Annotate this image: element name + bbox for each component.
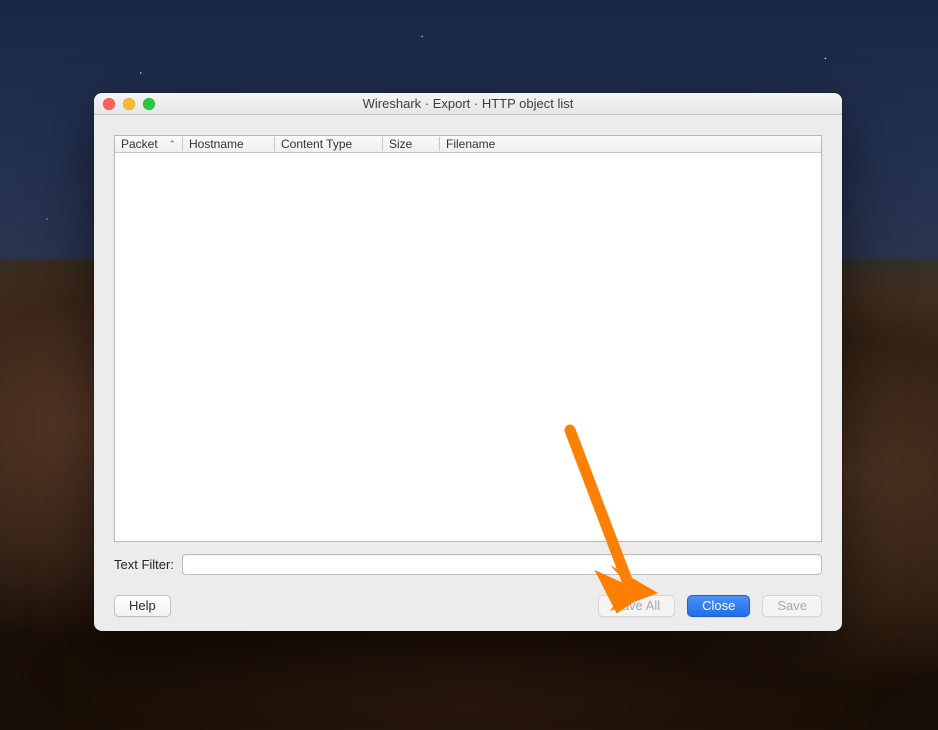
- window-close-button[interactable]: [103, 98, 115, 110]
- column-header-size[interactable]: Size: [383, 137, 440, 151]
- dialog-content: Packet ⌃ Hostname Content Type Size File…: [94, 115, 842, 631]
- column-label: Content Type: [281, 137, 352, 151]
- column-label: Packet: [121, 137, 158, 151]
- text-filter-row: Text Filter:: [114, 554, 822, 575]
- column-header-packet[interactable]: Packet ⌃: [115, 137, 183, 151]
- help-button[interactable]: Help: [114, 595, 171, 617]
- object-table[interactable]: Packet ⌃ Hostname Content Type Size File…: [114, 135, 822, 542]
- table-header-row: Packet ⌃ Hostname Content Type Size File…: [115, 136, 821, 153]
- close-button[interactable]: Close: [687, 595, 750, 617]
- window-minimize-button[interactable]: [123, 98, 135, 110]
- column-label: Hostname: [189, 137, 244, 151]
- text-filter-input[interactable]: [182, 554, 822, 575]
- column-label: Filename: [446, 137, 495, 151]
- save-button[interactable]: Save: [762, 595, 822, 617]
- traffic-lights: [94, 98, 155, 110]
- text-filter-label: Text Filter:: [114, 557, 174, 572]
- titlebar[interactable]: Wireshark · Export · HTTP object list: [94, 93, 842, 115]
- window-title: Wireshark · Export · HTTP object list: [94, 96, 842, 111]
- sort-ascending-icon: ⌃: [168, 139, 176, 150]
- column-header-filename[interactable]: Filename: [440, 137, 821, 151]
- column-label: Size: [389, 137, 412, 151]
- table-body-empty[interactable]: [115, 153, 821, 541]
- column-header-hostname[interactable]: Hostname: [183, 137, 275, 151]
- column-header-content-type[interactable]: Content Type: [275, 137, 383, 151]
- save-all-button[interactable]: Save All: [598, 595, 675, 617]
- export-dialog-window: Wireshark · Export · HTTP object list Pa…: [94, 93, 842, 631]
- dialog-button-row: Help Save All Close Save: [114, 595, 822, 617]
- window-zoom-button[interactable]: [143, 98, 155, 110]
